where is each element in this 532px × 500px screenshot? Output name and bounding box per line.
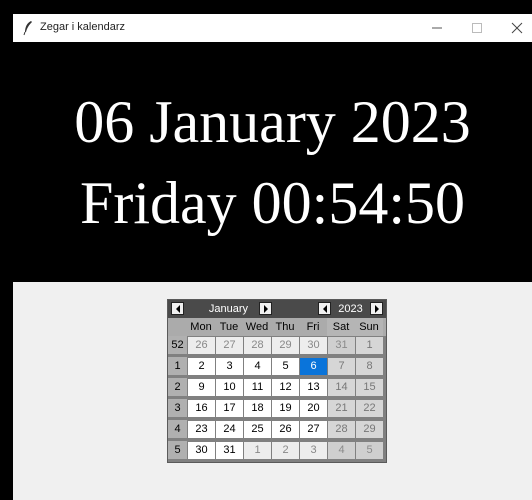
calendar-header: January 2023 [168, 300, 386, 318]
calendar-day[interactable]: 1 [356, 337, 383, 354]
calendar-day[interactable]: 11 [244, 379, 271, 396]
calendar-widget: January 2023 Mon Tue Wed Thu Fri Sat Sun 52 26 2… [167, 299, 387, 463]
prev-year-button[interactable] [318, 302, 331, 315]
calendar-day[interactable]: 24 [216, 421, 243, 438]
date-label: 06 January 2023 [74, 89, 471, 155]
calendar-day[interactable]: 16 [188, 400, 215, 417]
week-number: 3 [168, 399, 187, 417]
calendar-day[interactable]: 28 [328, 421, 355, 438]
calendar-day[interactable]: 26 [272, 421, 299, 438]
calendar-day[interactable]: 28 [244, 337, 271, 354]
calendar-day[interactable]: 30 [188, 442, 215, 459]
calendar-day[interactable]: 23 [188, 421, 215, 438]
calendar-day[interactable]: 7 [328, 358, 355, 375]
next-month-button[interactable] [259, 302, 272, 315]
calendar-day[interactable]: 29 [356, 421, 383, 438]
minimize-icon [432, 27, 442, 29]
calendar-day[interactable]: 27 [216, 337, 243, 354]
calendar-day[interactable]: 22 [356, 400, 383, 417]
calendar-day[interactable]: 31 [216, 442, 243, 459]
calendar-day[interactable]: 29 [272, 337, 299, 354]
maximize-button[interactable] [458, 14, 498, 42]
calendar-day[interactable]: 5 [356, 442, 383, 459]
calendar-day[interactable]: 27 [300, 421, 327, 438]
arrow-right-icon [375, 305, 379, 313]
weekday-header-mon: Mon [190, 321, 212, 333]
next-year-button[interactable] [370, 302, 383, 315]
weekday-header-wed: Wed [245, 321, 269, 333]
weekday-header-sun: Sun [355, 318, 383, 336]
close-icon [511, 22, 523, 34]
calendar-day[interactable]: 2 [188, 358, 215, 375]
calendar-day[interactable]: 13 [300, 379, 327, 396]
minimize-button[interactable] [418, 14, 458, 42]
calendar-day[interactable]: 21 [328, 400, 355, 417]
calendar-day[interactable]: 17 [216, 400, 243, 417]
calendar-day[interactable]: 3 [216, 358, 243, 375]
weekday-header-row: Mon Tue Wed Thu Fri Sat Sun [168, 318, 386, 336]
calendar-day[interactable]: 26 [188, 337, 215, 354]
weekday-header-thu: Thu [275, 321, 295, 333]
week-number: 52 [168, 336, 187, 354]
clock-display: 06 January 2023 Friday 00:54:50 [13, 42, 532, 282]
week-number: 2 [168, 378, 187, 396]
calendar-day[interactable]: 15 [356, 379, 383, 396]
close-button[interactable] [498, 14, 532, 42]
week-number: 1 [168, 357, 187, 375]
calendar-day[interactable]: 12 [272, 379, 299, 396]
calendar-day[interactable]: 5 [272, 358, 299, 375]
calendar-day[interactable]: 9 [188, 379, 215, 396]
calendar-day[interactable]: 8 [356, 358, 383, 375]
calendar-day[interactable]: 18 [244, 400, 271, 417]
title-bar[interactable]: Zegar i kalendarz [13, 14, 532, 42]
feather-icon [23, 21, 32, 36]
year-label: 2023 [338, 303, 363, 315]
prev-month-button[interactable] [171, 302, 184, 315]
calendar-day[interactable]: 14 [328, 379, 355, 396]
calendar-day[interactable]: 31 [328, 337, 355, 354]
week-number: 5 [168, 441, 187, 459]
app-window: Zegar i kalendarz 06 January 2023 Friday… [13, 14, 532, 500]
time-label: Friday 00:54:50 [80, 170, 465, 236]
calendar-day-selected[interactable]: 6 [300, 358, 327, 375]
maximize-icon [472, 23, 482, 33]
weekday-header-tue: Tue [219, 321, 239, 333]
calendar-day[interactable]: 25 [244, 421, 271, 438]
calendar-day[interactable]: 30 [300, 337, 327, 354]
arrow-left-icon [323, 305, 327, 313]
calendar-day[interactable]: 1 [244, 442, 271, 459]
weekday-header-fri: Fri [306, 321, 320, 333]
calendar-day[interactable]: 2 [272, 442, 299, 459]
calendar-day[interactable]: 10 [216, 379, 243, 396]
calendar-day[interactable]: 4 [244, 358, 271, 375]
arrow-left-icon [176, 305, 180, 313]
weekday-header-sat: Sat [327, 318, 355, 336]
calendar-day[interactable]: 20 [300, 400, 327, 417]
calendar-day[interactable]: 4 [328, 442, 355, 459]
calendar-day[interactable]: 3 [300, 442, 327, 459]
arrow-right-icon [264, 305, 268, 313]
window-title: Zegar i kalendarz [40, 21, 125, 33]
week-number: 4 [168, 420, 187, 438]
calendar-day[interactable]: 19 [272, 400, 299, 417]
